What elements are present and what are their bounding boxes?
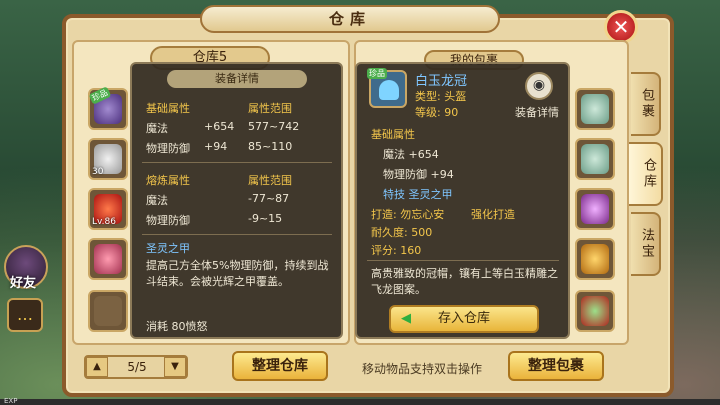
warehouse-pager: ▲ 5/5 ▼ xyxy=(84,355,188,379)
sort-warehouse-button[interactable]: 整理仓库 xyxy=(232,351,328,381)
warehouse-slot[interactable]: Lv.86 xyxy=(88,188,128,230)
attr-value: +654 xyxy=(204,120,235,133)
base-attr-header: 基础属性 xyxy=(146,102,190,115)
forge-info: 打造: 勿忘心安 xyxy=(371,208,445,221)
divider xyxy=(142,234,332,235)
divider xyxy=(142,162,332,163)
equipment-detail-tooltip-left: 装备详情 基础属性 属性范围 魔法 +654 577~742 物理防御 +94 … xyxy=(130,62,343,339)
skill-description: 提高己方全体5%物理防御，持续到战斗结束。会被光辉之甲覆盖。 xyxy=(146,259,329,288)
attr-name: 魔法 xyxy=(146,194,168,207)
window-title: 仓库 xyxy=(200,5,500,33)
attr-line: 物理防御 +94 xyxy=(383,168,454,181)
skill-cost: 消耗 80愤怒 xyxy=(146,320,208,333)
equipment-detail-tooltip-right: 珍品 白玉龙冠 类型: 头盔 等级: 90 ◉ 装备详情 基础属性 魔法 +65… xyxy=(355,62,570,339)
page-up-icon[interactable]: ▲ xyxy=(86,357,108,377)
attr-name: 物理防御 xyxy=(146,142,190,155)
sort-bag-button[interactable]: 整理包裹 xyxy=(508,351,604,381)
warehouse-slot[interactable]: 30 xyxy=(88,138,128,180)
attr-range: -9~15 xyxy=(248,212,283,225)
bag-slot[interactable] xyxy=(575,188,615,230)
enhance-info: 强化打造 xyxy=(471,208,515,221)
warehouse-slot[interactable]: 珍品 xyxy=(88,86,128,130)
tooltip-title: 装备详情 xyxy=(167,70,307,88)
item-name: 白玉龙冠 xyxy=(415,74,468,89)
attr-range: -77~87 xyxy=(248,192,290,205)
close-icon[interactable]: ✕ xyxy=(604,10,638,44)
item-type: 类型: 头盔 xyxy=(415,90,467,103)
warehouse-slot[interactable] xyxy=(88,290,128,332)
special-skill: 特技 圣灵之甲 xyxy=(383,188,453,201)
item-level: 等级: 90 xyxy=(415,106,459,119)
bag-slot[interactable] xyxy=(575,238,615,280)
helmet-icon xyxy=(379,80,399,100)
score: 评分: 160 xyxy=(371,244,422,257)
attr-value: +94 xyxy=(204,140,228,153)
exp-bar: EXP xyxy=(0,397,720,405)
page-indicator: 5/5 xyxy=(127,360,147,374)
attr-name: 魔法 xyxy=(146,122,168,135)
arrow-left-icon: ◀ xyxy=(401,311,411,326)
friend-button[interactable]: 好友 xyxy=(10,272,36,291)
attr-range: 85~110 xyxy=(248,140,293,153)
attr-line: 魔法 +654 xyxy=(383,148,439,161)
range-header: 属性范围 xyxy=(248,174,292,187)
bag-slot[interactable] xyxy=(575,290,615,332)
skill-name: 圣灵之甲 xyxy=(146,242,190,255)
item-icon: 珍品 xyxy=(367,68,407,108)
chat-icon[interactable]: … xyxy=(7,298,43,332)
bag-slot[interactable] xyxy=(575,138,615,180)
detail-link[interactable]: 装备详情 xyxy=(515,104,559,120)
tab-treasure[interactable]: 法宝 xyxy=(631,212,661,276)
base-attr-header: 基础属性 xyxy=(371,128,415,141)
eye-icon[interactable]: ◉ xyxy=(525,72,553,100)
move-hint: 移动物品支持双击操作 xyxy=(362,362,483,376)
attr-range: 577~742 xyxy=(248,120,300,133)
page-down-icon[interactable]: ▼ xyxy=(164,357,186,377)
forge-attr-header: 熔炼属性 xyxy=(146,174,190,187)
rarity-tag: 珍品 xyxy=(367,68,387,79)
divider xyxy=(367,260,559,261)
store-to-warehouse-button[interactable]: ◀ 存入仓库 xyxy=(389,305,539,333)
tab-warehouse[interactable]: 仓库 xyxy=(629,142,663,206)
item-description: 高贵雅致的冠帽，镶有上等白玉精雕之飞龙图案。 xyxy=(371,267,558,296)
range-header: 属性范围 xyxy=(248,102,292,115)
attr-name: 物理防御 xyxy=(146,214,190,227)
warehouse-slot[interactable] xyxy=(88,238,128,280)
durability: 耐久度: 500 xyxy=(371,226,433,239)
bag-slot[interactable] xyxy=(575,88,615,130)
tab-bag[interactable]: 包裹 xyxy=(631,72,661,136)
